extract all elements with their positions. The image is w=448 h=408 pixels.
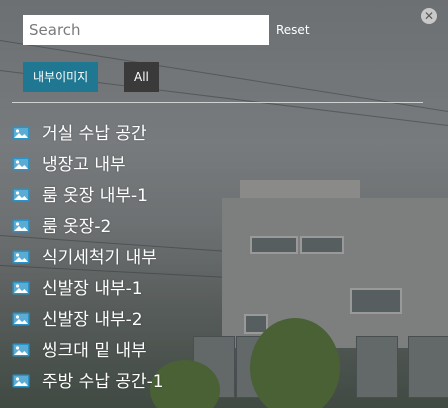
list-item[interactable]: 냉장고 내부 (12, 147, 164, 178)
list-item[interactable]: 씽크대 밑 내부 (12, 333, 164, 364)
image-icon (12, 187, 30, 202)
list-item-label: 주방 수납 공간-1 (42, 372, 164, 392)
image-icon (12, 280, 30, 295)
list-item[interactable]: 거실 수납 공간 (12, 116, 164, 147)
reset-link[interactable]: Reset (276, 23, 310, 37)
list-item-label: 식기세척기 내부 (42, 248, 157, 268)
image-icon (12, 218, 30, 233)
close-icon[interactable]: ✕ (421, 8, 437, 24)
filter-button-interior-images[interactable]: 내부이미지 (23, 62, 99, 92)
image-list-panel: Reset ✕ 내부이미지 All 거실 수납 공간냉장고 내부룸 옷장 내부-… (0, 0, 448, 408)
list-item[interactable]: 신발장 내부-2 (12, 302, 164, 333)
image-icon (12, 249, 30, 264)
image-icon (12, 125, 30, 140)
list-item-label: 씽크대 밑 내부 (42, 341, 147, 361)
filter-button-all[interactable]: All (124, 62, 159, 92)
image-icon (12, 311, 30, 326)
list-item-label: 냉장고 내부 (42, 155, 126, 175)
list-item[interactable]: 주방 수납 공간-1 (12, 364, 164, 395)
list-item-label: 거실 수납 공간 (42, 124, 147, 144)
list-item-label: 룸 옷장-2 (42, 217, 112, 237)
list-item[interactable]: 식기세척기 내부 (12, 240, 164, 271)
list-item-label: 룸 옷장 내부-1 (42, 186, 148, 206)
list-item[interactable]: 룸 옷장-2 (12, 209, 164, 240)
list-item-label: 신발장 내부-2 (42, 310, 143, 330)
image-icon (12, 156, 30, 171)
list-item-label: 신발장 내부-1 (42, 279, 143, 299)
image-list: 거실 수납 공간냉장고 내부룸 옷장 내부-1 룸 옷장-2 식기세척기 내부신발장… (12, 116, 164, 395)
image-icon (12, 342, 30, 357)
divider (12, 102, 423, 103)
image-icon (12, 373, 30, 388)
list-item[interactable]: 룸 옷장 내부-1 (12, 178, 164, 209)
list-item[interactable]: 신발장 내부-1 (12, 271, 164, 302)
search-input[interactable] (23, 15, 269, 45)
